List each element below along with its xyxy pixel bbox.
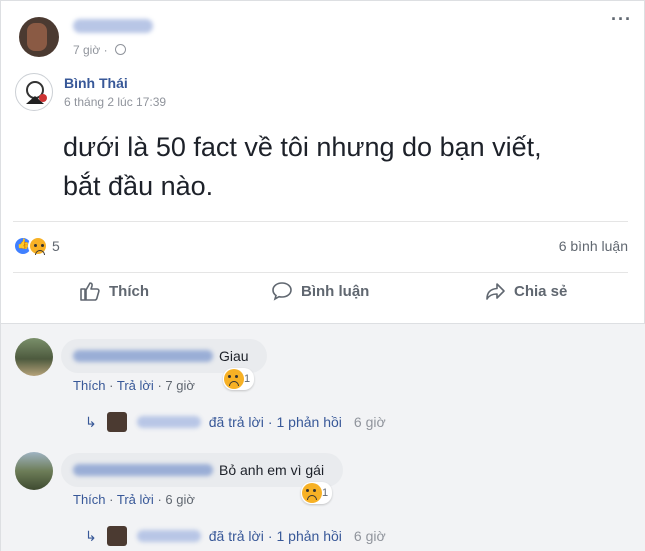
shared-avatar-graphic bbox=[26, 81, 47, 104]
reaction-count: 5 bbox=[52, 238, 60, 254]
sad-reaction-icon bbox=[28, 236, 48, 256]
separator: · bbox=[109, 492, 114, 507]
shared-post-time[interactable]: 6 tháng 2 lúc 17:39 bbox=[64, 95, 166, 109]
comment-reply-link[interactable]: Trả lời bbox=[117, 378, 154, 393]
share-arrow-icon bbox=[486, 283, 505, 300]
comment-bubble: Bỏ anh em vì gái bbox=[61, 453, 343, 487]
like-label: Thích bbox=[109, 282, 149, 300]
shared-author-name[interactable]: Bình Thái bbox=[64, 75, 128, 91]
divider bbox=[13, 272, 628, 273]
like-button[interactable]: Thích bbox=[79, 280, 149, 302]
separator: · bbox=[103, 43, 108, 57]
share-label: Chia sẻ bbox=[514, 282, 568, 300]
globe-icon bbox=[114, 44, 126, 55]
reply-arrow-icon: ↳ bbox=[85, 527, 97, 544]
separator: · bbox=[267, 528, 273, 544]
reply-time: 6 giờ bbox=[353, 528, 386, 544]
post-text-line-1: dưới là 50 fact về tôi nhưng do bạn viết… bbox=[63, 132, 542, 162]
reply-count: 1 phản hồi bbox=[276, 414, 342, 430]
share-button[interactable]: Chia sẻ bbox=[484, 280, 567, 302]
comment-time[interactable]: 6 giờ bbox=[165, 492, 195, 507]
replier-name-blurred bbox=[136, 530, 201, 542]
action-bar: Thích Bình luận Chia sẻ bbox=[1, 280, 645, 316]
comment-bubble-icon bbox=[272, 282, 292, 301]
comment-reaction[interactable]: 1 bbox=[223, 368, 255, 390]
reply-count: 1 phản hồi bbox=[276, 528, 342, 544]
comment-like-link[interactable]: Thích bbox=[73, 492, 106, 507]
commenter-avatar[interactable] bbox=[15, 452, 53, 490]
more-options-icon[interactable]: ··· bbox=[611, 9, 632, 30]
shared-author-avatar[interactable] bbox=[15, 73, 53, 111]
author-name-blurred[interactable] bbox=[73, 19, 153, 33]
post-text-line-2: bắt đầu nào. bbox=[63, 171, 214, 201]
comment-label: Bình luận bbox=[301, 282, 370, 300]
comment-reply-link[interactable]: Trả lời bbox=[117, 492, 154, 507]
comment-reaction[interactable]: 1 bbox=[301, 482, 333, 504]
reply-summary[interactable]: ↳ đã trả lời · 1 phản hồi 6 giờ bbox=[85, 412, 386, 432]
commenter-avatar[interactable] bbox=[15, 338, 53, 376]
post-time[interactable]: 7 giờ · bbox=[73, 43, 126, 57]
comment-meta: Thích · Trả lời · 7 giờ bbox=[73, 378, 195, 393]
separator: · bbox=[267, 414, 273, 430]
comment-meta: Thích · Trả lời · 6 giờ bbox=[73, 492, 195, 507]
comment-button[interactable]: Bình luận bbox=[271, 280, 369, 302]
comment-like-link[interactable]: Thích bbox=[73, 378, 106, 393]
reply-label: đã trả lời bbox=[208, 414, 264, 430]
sad-reaction-icon bbox=[224, 369, 244, 389]
separator: · bbox=[109, 378, 114, 393]
commenter-name-blurred[interactable] bbox=[73, 350, 213, 362]
author-avatar[interactable] bbox=[19, 17, 59, 57]
comment-text: Giau bbox=[219, 348, 249, 364]
commenter-name-blurred[interactable] bbox=[73, 464, 213, 476]
reply-label: đã trả lời bbox=[208, 528, 264, 544]
comment-reaction-count: 1 bbox=[244, 373, 251, 385]
comment-time[interactable]: 7 giờ bbox=[165, 378, 195, 393]
reactions-summary[interactable]: 5 bbox=[13, 236, 60, 256]
separator: · bbox=[157, 492, 162, 507]
comments-section: Giau 1 Thích · Trả lời · 7 giờ ↳ đã trả … bbox=[1, 323, 645, 551]
comment-reaction-count: 1 bbox=[322, 487, 329, 499]
thumbs-up-icon bbox=[80, 282, 100, 301]
reply-time: 6 giờ bbox=[353, 414, 386, 430]
post-time-text[interactable]: 7 giờ bbox=[73, 43, 100, 57]
comment-count[interactable]: 6 bình luận bbox=[559, 238, 628, 254]
sad-reaction-icon bbox=[302, 483, 322, 503]
separator: · bbox=[157, 378, 162, 393]
post-text: dưới là 50 fact về tôi nhưng do bạn viết… bbox=[63, 128, 633, 206]
reply-summary[interactable]: ↳ đã trả lời · 1 phản hồi 6 giờ bbox=[85, 526, 386, 546]
replier-avatar bbox=[106, 412, 127, 432]
post-card: 7 giờ · ··· Bình Thái 6 tháng 2 lúc 17:3… bbox=[0, 0, 645, 551]
replier-name-blurred bbox=[136, 416, 201, 428]
reply-arrow-icon: ↳ bbox=[85, 413, 97, 430]
comment-text: Bỏ anh em vì gái bbox=[219, 462, 325, 478]
divider bbox=[13, 221, 628, 222]
replier-avatar bbox=[106, 526, 127, 546]
